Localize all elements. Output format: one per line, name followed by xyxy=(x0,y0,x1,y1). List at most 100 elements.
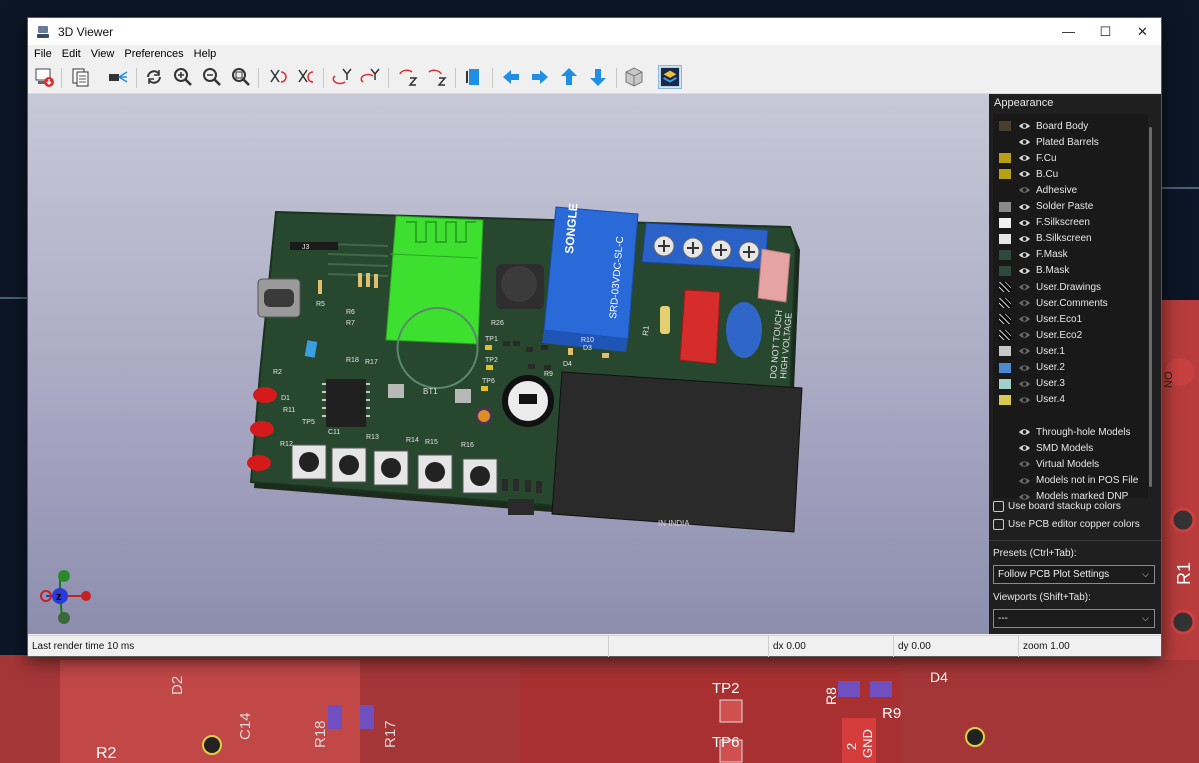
copy-icon[interactable] xyxy=(68,65,92,89)
model-row-smd-models[interactable]: SMD Models xyxy=(999,440,1093,456)
menu-edit[interactable]: Edit xyxy=(62,48,81,60)
3d-render-canvas[interactable]: SONGLE SRD-03VDC-SL-C DO NOT TOUCH HIGH … xyxy=(28,94,989,634)
eye-icon[interactable] xyxy=(1018,427,1031,437)
layer-row-f-silkscreen[interactable]: F.Silkscreen xyxy=(999,215,1090,231)
eye-icon[interactable] xyxy=(1018,250,1031,260)
layer-row-f-cu[interactable]: F.Cu xyxy=(999,150,1057,166)
layer-color-swatch[interactable] xyxy=(999,265,1011,276)
layer-color-swatch[interactable] xyxy=(999,169,1011,180)
eye-icon[interactable] xyxy=(1018,443,1031,453)
rotate-z-ccw-icon[interactable] xyxy=(425,65,449,89)
eye-icon[interactable] xyxy=(1018,169,1031,179)
layer-row-user-2[interactable]: User.2 xyxy=(999,360,1065,376)
menu-preferences[interactable]: Preferences xyxy=(124,48,183,60)
eye-icon[interactable] xyxy=(1018,121,1031,131)
layer-row-user-drawings[interactable]: User.Drawings xyxy=(999,279,1101,295)
layer-color-swatch[interactable] xyxy=(999,298,1011,309)
layer-color-swatch[interactable] xyxy=(999,217,1011,228)
eye-icon[interactable] xyxy=(1018,459,1031,469)
use-copper-colors-checkbox[interactable] xyxy=(993,519,1004,530)
pan-right-icon[interactable] xyxy=(528,65,552,89)
layer-color-swatch[interactable] xyxy=(999,362,1011,373)
layer-row-user-eco2[interactable]: User.Eco2 xyxy=(999,327,1082,343)
layer-row-solder-paste[interactable]: Solder Paste xyxy=(999,199,1093,215)
layer-row-b-cu[interactable]: B.Cu xyxy=(999,166,1058,182)
flip-board-icon[interactable] xyxy=(462,65,486,89)
menu-file[interactable]: File xyxy=(34,48,52,60)
eye-icon[interactable] xyxy=(1018,476,1031,486)
maximize-button[interactable]: ☐ xyxy=(1087,18,1124,45)
layer-color-swatch[interactable] xyxy=(999,314,1011,325)
ortho-icon[interactable] xyxy=(622,65,646,89)
eye-icon[interactable] xyxy=(1018,330,1031,340)
camera-icon[interactable] xyxy=(106,65,130,89)
use-stackup-colors-toggle[interactable]: Use board stackup colors xyxy=(993,501,1121,512)
layer-color-swatch[interactable] xyxy=(999,201,1011,212)
eye-icon[interactable] xyxy=(1018,282,1031,292)
menu-help[interactable]: Help xyxy=(194,48,217,60)
zoom-out-icon[interactable] xyxy=(200,65,224,89)
close-button[interactable]: ✕ xyxy=(1124,18,1161,45)
layer-row-b-mask[interactable]: B.Mask xyxy=(999,263,1069,279)
eye-icon[interactable] xyxy=(1018,379,1031,389)
layer-row-user-eco1[interactable]: User.Eco1 xyxy=(999,311,1082,327)
presets-dropdown[interactable]: Follow PCB Plot Settings ⌵ xyxy=(993,565,1155,584)
layer-row-b-silkscreen[interactable]: B.Silkscreen xyxy=(999,231,1092,247)
layer-color-swatch[interactable] xyxy=(999,233,1011,244)
rotate-z-cw-icon[interactable] xyxy=(396,65,420,89)
layer-row-f-mask[interactable]: F.Mask xyxy=(999,247,1068,263)
eye-icon[interactable] xyxy=(1018,137,1031,147)
eye-icon[interactable] xyxy=(1018,314,1031,324)
title-bar[interactable]: 3D Viewer — ☐ ✕ xyxy=(28,18,1161,45)
use-copper-colors-toggle[interactable]: Use PCB editor copper colors xyxy=(993,519,1140,530)
viewports-dropdown[interactable]: --- ⌵ xyxy=(993,609,1155,628)
rotate-y-ccw-icon[interactable] xyxy=(358,65,382,89)
layer-color-swatch[interactable] xyxy=(999,346,1011,357)
pan-left-icon[interactable] xyxy=(499,65,523,89)
eye-icon[interactable] xyxy=(1018,298,1031,308)
model-row-virtual-models[interactable]: Virtual Models xyxy=(999,456,1099,472)
render-raytrace-icon[interactable] xyxy=(32,65,56,89)
eye-icon[interactable] xyxy=(1018,185,1031,195)
zoom-in-icon[interactable] xyxy=(171,65,195,89)
model-row-models-not-in-pos-file[interactable]: Models not in POS File xyxy=(999,473,1138,489)
menu-view[interactable]: View xyxy=(91,48,115,60)
layer-row-user-1[interactable]: User.1 xyxy=(999,343,1065,359)
layer-row-user-4[interactable]: User.4 xyxy=(999,392,1065,408)
eye-icon[interactable] xyxy=(1018,202,1031,212)
reload-icon[interactable] xyxy=(142,65,166,89)
zoom-fit-icon[interactable] xyxy=(229,65,253,89)
layer-row-board-body[interactable]: Board Body xyxy=(999,118,1088,134)
eye-icon[interactable] xyxy=(1018,363,1031,373)
layer-color-swatch[interactable] xyxy=(999,330,1011,341)
eye-icon[interactable] xyxy=(1018,234,1031,244)
eye-icon[interactable] xyxy=(1018,266,1031,276)
layer-color-swatch[interactable] xyxy=(999,378,1011,389)
layer-color-swatch[interactable] xyxy=(999,121,1011,131)
layer-list-scrollbar[interactable] xyxy=(1149,127,1152,487)
layer-color-swatch[interactable] xyxy=(999,394,1011,405)
layer-row-adhesive[interactable]: Adhesive xyxy=(999,182,1077,198)
rotate-y-cw-icon[interactable] xyxy=(330,65,354,89)
layer-color-swatch[interactable] xyxy=(999,137,1011,147)
silk-r14: R14 xyxy=(406,437,419,444)
eye-icon[interactable] xyxy=(1018,218,1031,228)
layer-row-user-comments[interactable]: User.Comments xyxy=(999,295,1108,311)
rotate-x-ccw-icon[interactable] xyxy=(294,65,318,89)
pan-down-icon[interactable] xyxy=(586,65,610,89)
eye-icon[interactable] xyxy=(1018,395,1031,405)
rotate-x-cw-icon[interactable] xyxy=(266,65,290,89)
layers-toggle-icon[interactable] xyxy=(658,65,682,89)
layer-color-swatch[interactable] xyxy=(999,153,1011,164)
layer-row-user-3[interactable]: User.3 xyxy=(999,376,1065,392)
pan-up-icon[interactable] xyxy=(557,65,581,89)
eye-icon[interactable] xyxy=(1018,346,1031,356)
layer-row-plated-barrels[interactable]: Plated Barrels xyxy=(999,134,1099,150)
layer-color-swatch[interactable] xyxy=(999,282,1011,292)
model-row-through-hole-models[interactable]: Through-hole Models xyxy=(999,424,1131,440)
use-stackup-colors-checkbox[interactable] xyxy=(993,501,1004,512)
eye-icon[interactable] xyxy=(1018,153,1031,163)
layer-color-swatch[interactable] xyxy=(999,249,1011,260)
minimize-button[interactable]: — xyxy=(1050,18,1087,45)
layer-color-swatch[interactable] xyxy=(999,185,1011,195)
